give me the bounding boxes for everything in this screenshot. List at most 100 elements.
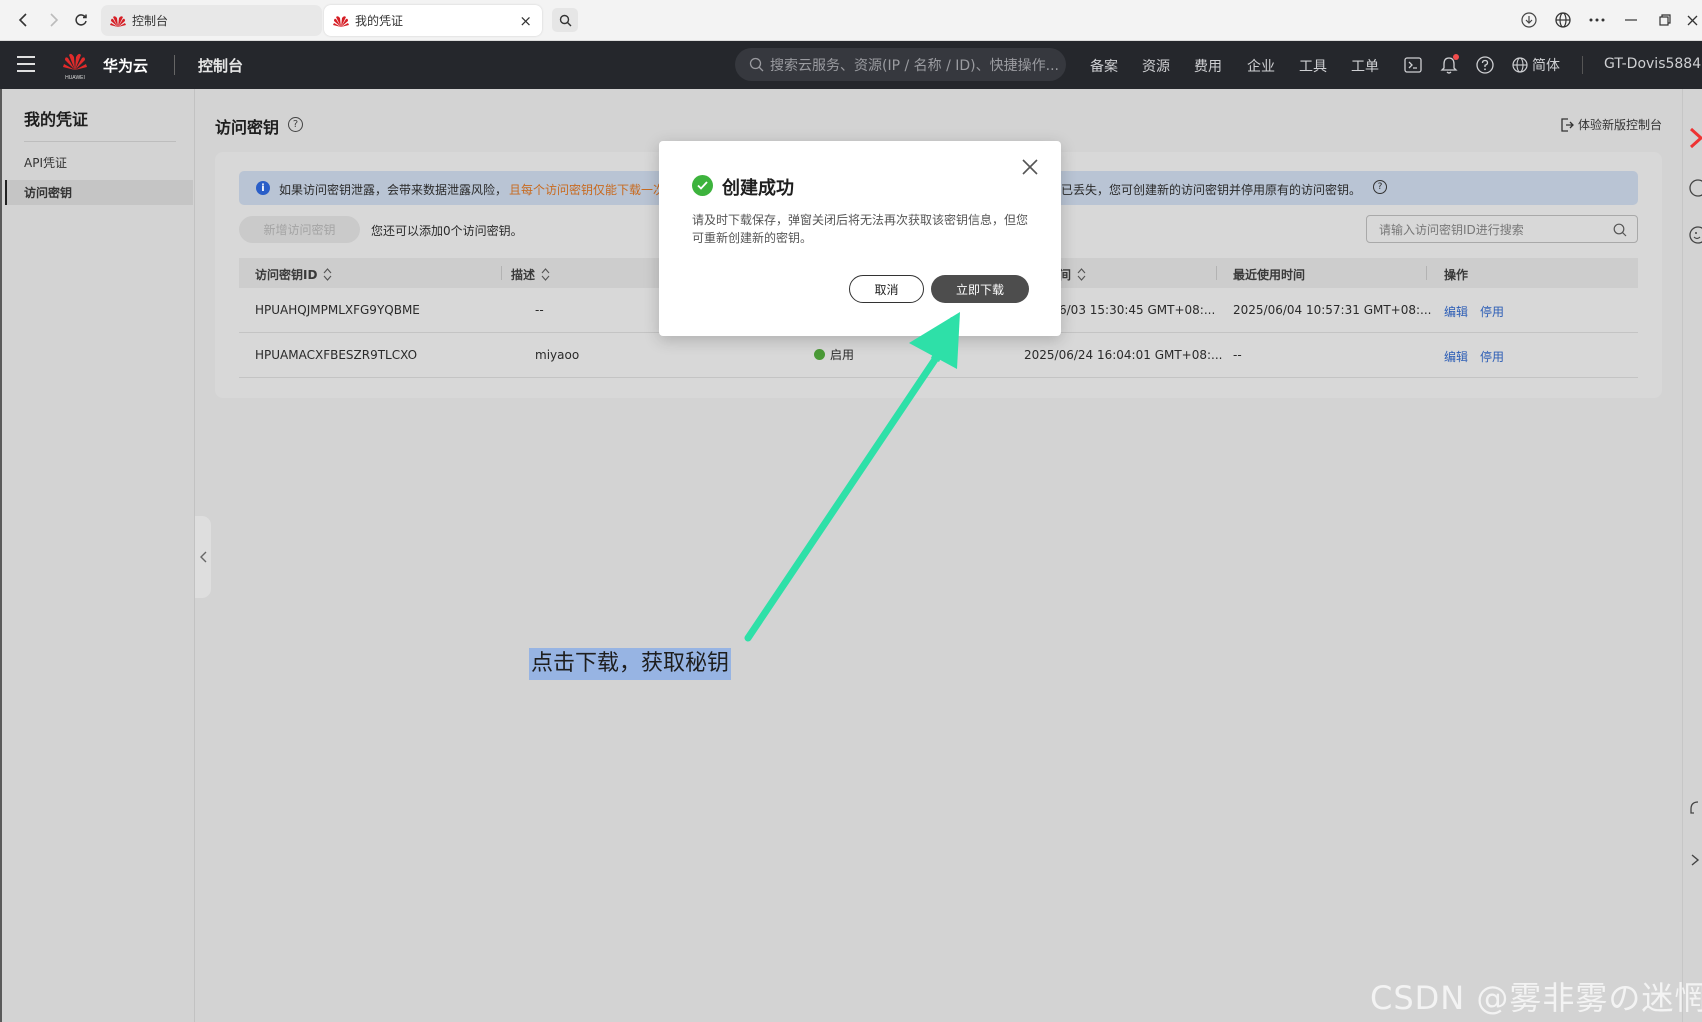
minimize-icon[interactable] — [1614, 8, 1648, 32]
column-label: 访问密钥ID — [255, 268, 318, 282]
brand-name[interactable]: 华为云 — [103, 55, 148, 76]
description: -- — [535, 303, 544, 317]
edit-link[interactable]: 编辑 — [1444, 348, 1468, 365]
disable-link[interactable]: 停用 — [1480, 303, 1504, 320]
nav-resources[interactable]: 资源 — [1142, 56, 1170, 76]
tab-search-icon[interactable] — [552, 8, 578, 32]
access-key-id: HPUAMACXFBESZR9TLCXO — [255, 348, 418, 362]
globe-icon — [1512, 57, 1528, 73]
hamburger-menu-icon[interactable] — [17, 56, 35, 72]
nav-filing[interactable]: 备案 — [1090, 56, 1118, 76]
table-row: HPUAMACXFBESZR9TLCXO miyaoo 启用 2025/06/2… — [239, 333, 1638, 378]
globe-icon[interactable] — [1546, 8, 1580, 32]
notice-help-icon[interactable]: ? — [1373, 180, 1387, 194]
search-icon — [749, 57, 764, 72]
status: 启用 — [814, 346, 854, 363]
help-center-icon[interactable] — [1474, 54, 1496, 76]
column-header-description[interactable]: 描述 — [511, 266, 550, 283]
watermark: CSDN @雾非雾の迷惘 — [1370, 979, 1702, 1017]
last-used-time: -- — [1233, 348, 1242, 362]
feedback-smile-icon[interactable] — [1688, 226, 1702, 244]
notification-bell-icon[interactable] — [1438, 54, 1460, 76]
tab-title: 我的凭证 — [355, 14, 404, 28]
sort-icon[interactable] — [323, 268, 332, 281]
sidebar-item-access-keys[interactable]: 访问密钥 — [5, 180, 193, 205]
language-switch[interactable]: 简体 — [1512, 54, 1560, 76]
huawei-logo-icon — [110, 15, 126, 27]
dialog-message: 请及时下载保存，弹窗关闭后将无法再次获取该密钥信息，但您可重新创建新的密钥。 — [692, 213, 1029, 245]
console-link[interactable]: 控制台 — [198, 55, 243, 76]
access-key-id: HPUAHQJMPMLXFG9YQBME — [255, 303, 420, 317]
notice-text: 如果访问密钥泄露，会带来数据泄露风险， — [279, 183, 508, 197]
download-icon[interactable] — [1512, 8, 1546, 32]
add-access-key-button[interactable]: 新增访问密钥 — [239, 216, 360, 243]
column-header-actions: 操作 — [1444, 266, 1468, 283]
reload-icon[interactable] — [69, 8, 93, 32]
nav-tickets[interactable]: 工单 — [1351, 56, 1379, 76]
notice-text-end: 已丢失，您可创建新的访问密钥并停用原有的访问密钥。 — [1061, 183, 1362, 197]
cloud-shell-icon[interactable] — [1402, 54, 1424, 76]
search-placeholder: 请输入访问密钥ID进行搜索 — [1379, 222, 1524, 237]
column-label: 最近使用时间 — [1233, 268, 1306, 282]
tab-my-credentials[interactable]: 我的凭证 × — [324, 5, 542, 36]
close-icon[interactable] — [1021, 158, 1039, 176]
edit-link[interactable]: 编辑 — [1444, 303, 1468, 320]
ai-assistant-icon[interactable] — [1689, 127, 1702, 149]
global-search-input[interactable]: 搜索云服务、资源(IP / 名称 / ID)、快捷操作... — [735, 48, 1066, 81]
column-header-key-id[interactable]: 访问密钥ID — [255, 266, 332, 283]
language-label: 简体 — [1532, 58, 1560, 74]
enabled-status-icon — [814, 349, 825, 360]
notification-dot — [1453, 54, 1459, 60]
tab-title: 控制台 — [132, 14, 169, 28]
disable-link[interactable]: 停用 — [1480, 348, 1504, 365]
search-placeholder: 搜索云服务、资源(IP / 名称 / ID)、快捷操作... — [770, 57, 1059, 74]
divider — [24, 141, 176, 142]
divider — [174, 55, 175, 75]
column-label: 描述 — [511, 268, 536, 282]
forward-icon[interactable] — [42, 8, 66, 32]
page-title: 访问密钥 — [215, 118, 280, 137]
sidebar-item-api-credentials[interactable]: API凭证 — [5, 150, 193, 175]
browser-toolbar: 控制台 我的凭证 × — [0, 0, 1702, 41]
new-console-label: 体验新版控制台 — [1577, 118, 1662, 132]
sidebar-title: 我的凭证 — [24, 110, 89, 129]
cancel-button[interactable]: 取消 — [849, 275, 924, 303]
tab-console[interactable]: 控制台 — [101, 5, 322, 36]
logo-wordmark: HUAWEI — [65, 75, 85, 81]
annotation-label: 点击下载，获取秘钥 — [529, 648, 732, 680]
restore-icon[interactable] — [1648, 8, 1682, 32]
divider — [501, 266, 502, 280]
user-account-menu[interactable]: GT-Dovis5884 — [1604, 56, 1701, 72]
search-icon[interactable] — [1613, 223, 1627, 237]
column-header-created-time[interactable]: 间 — [1059, 266, 1086, 283]
collapse-rail-icon[interactable] — [1690, 853, 1700, 867]
divider — [1216, 266, 1217, 280]
column-header-last-used: 最近使用时间 — [1233, 266, 1305, 283]
nav-tools[interactable]: 工具 — [1299, 56, 1327, 76]
huawei-logo-icon — [333, 15, 349, 27]
nav-billing[interactable]: 费用 — [1194, 56, 1222, 76]
download-now-button[interactable]: 立即下载 — [931, 275, 1029, 303]
dialog-title: 创建成功 — [722, 178, 794, 199]
exit-icon — [1561, 117, 1574, 132]
page-help-icon[interactable]: ? — [288, 117, 303, 132]
tab-close-icon[interactable]: × — [519, 12, 532, 30]
notice-highlight: 且每个访问密钥仅能下载一次 — [509, 183, 666, 197]
try-new-console-link[interactable]: 体验新版控制台 — [1560, 116, 1662, 133]
nav-enterprise[interactable]: 企业 — [1247, 56, 1275, 76]
help-icon[interactable] — [1688, 179, 1702, 197]
sort-icon[interactable] — [1077, 268, 1086, 281]
customer-service-icon[interactable] — [1688, 799, 1702, 817]
description: miyaoo — [535, 348, 580, 362]
collapse-sidebar-handle[interactable] — [195, 516, 211, 598]
sort-icon[interactable] — [541, 268, 550, 281]
huawei-logo[interactable]: HUAWEI — [60, 49, 90, 81]
create-success-dialog: 创建成功 请及时下载保存，弹窗关闭后将无法再次获取该密钥信息，但您可重新创建新的… — [659, 141, 1061, 336]
quota-hint: 您还可以添加0个访问密钥。 — [371, 224, 523, 238]
access-key-search-input[interactable]: 请输入访问密钥ID进行搜索 — [1366, 215, 1638, 243]
success-check-icon — [692, 175, 713, 196]
more-icon[interactable] — [1580, 8, 1614, 32]
created-time: 2025/06/24 16:04:01 GMT+08:... — [1024, 348, 1223, 362]
back-icon[interactable] — [11, 8, 35, 32]
close-window-icon[interactable] — [1682, 8, 1702, 32]
